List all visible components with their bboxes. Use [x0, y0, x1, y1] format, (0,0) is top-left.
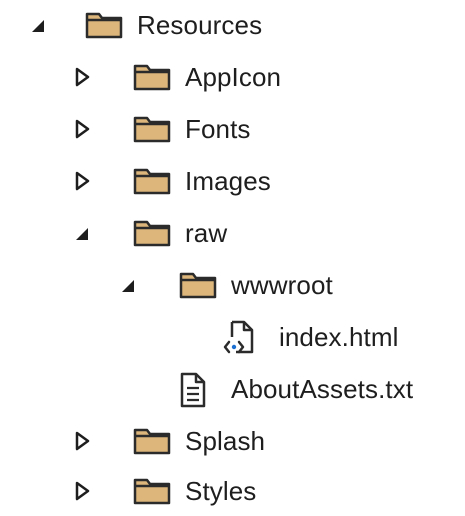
expanded-chevron-icon[interactable]: [28, 14, 48, 36]
tree-node-images[interactable]: Images: [0, 156, 465, 206]
tree-node-splash[interactable]: Splash: [0, 416, 465, 466]
tree-node-aboutassets-txt[interactable]: AboutAssets.txt: [0, 364, 465, 414]
tree-node-raw[interactable]: raw: [0, 208, 465, 258]
tree-node-styles[interactable]: Styles: [0, 466, 465, 516]
tree-node-wwwroot[interactable]: wwwroot: [0, 260, 465, 310]
text-file-icon: [180, 372, 206, 408]
collapsed-chevron-icon[interactable]: [72, 118, 92, 140]
folder-icon: [133, 220, 171, 247]
tree-node-label: index.html: [279, 322, 399, 352]
folder-icon: [133, 116, 171, 143]
tree-node-label: Splash: [185, 426, 266, 456]
tree-node-index-html[interactable]: index.html: [0, 312, 465, 362]
tree-node-label: raw: [185, 218, 228, 248]
tree-node-label: AboutAssets.txt: [231, 374, 414, 404]
folder-icon: [133, 64, 171, 91]
expanded-chevron-icon[interactable]: [72, 222, 92, 244]
folder-icon: [179, 272, 217, 299]
folder-icon: [85, 12, 123, 39]
tree-node-resources[interactable]: Resources: [0, 0, 465, 50]
html-file-icon: [223, 320, 254, 354]
tree-node-label: wwwroot: [231, 270, 333, 300]
collapsed-chevron-icon[interactable]: [72, 480, 92, 502]
folder-icon: [133, 478, 171, 505]
folder-icon: [133, 428, 171, 455]
tree-node-label: AppIcon: [185, 62, 282, 92]
tree-node-appicon[interactable]: AppIcon: [0, 52, 465, 102]
collapsed-chevron-icon[interactable]: [72, 430, 92, 452]
tree-node-label: Fonts: [185, 114, 251, 144]
solution-explorer-tree: Resources AppIcon Fonts Images raw wwwro…: [0, 0, 465, 506]
tree-node-label: Resources: [137, 10, 263, 40]
collapsed-chevron-icon[interactable]: [72, 170, 92, 192]
folder-icon: [133, 168, 171, 195]
tree-node-label: Styles: [185, 476, 257, 506]
collapsed-chevron-icon[interactable]: [72, 66, 92, 88]
expanded-chevron-icon[interactable]: [118, 274, 138, 296]
tree-node-fonts[interactable]: Fonts: [0, 104, 465, 154]
tree-node-label: Images: [185, 166, 271, 196]
